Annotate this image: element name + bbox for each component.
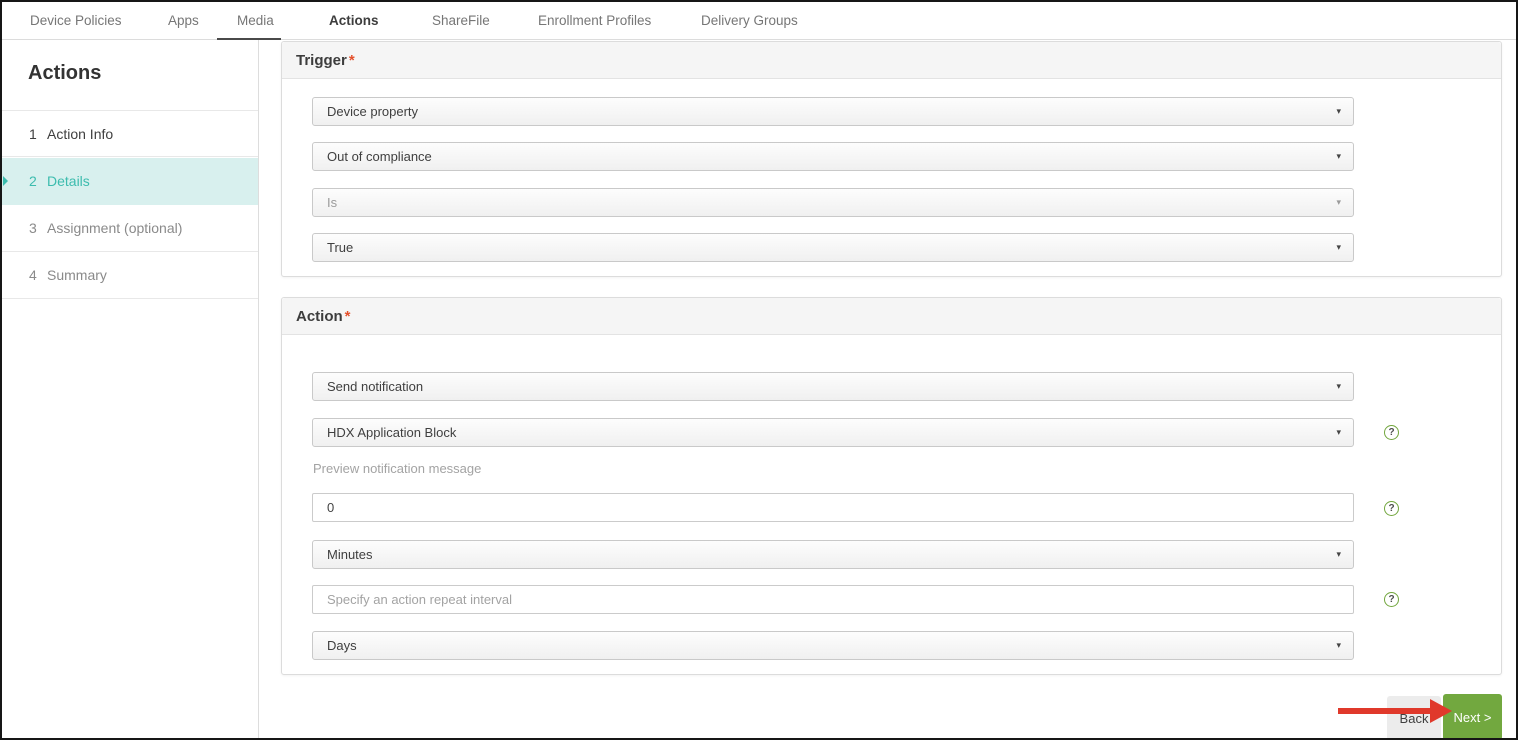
sidebar-divider (258, 40, 259, 738)
notification-template-select[interactable]: HDX Application Block ▾ (312, 418, 1354, 447)
sidebar-step-summary[interactable]: 4 Summary (2, 252, 258, 299)
step-number: 3 (29, 220, 37, 236)
chevron-down-icon: ▾ (1336, 197, 1341, 207)
step-label: Action Info (47, 126, 114, 142)
top-nav: Device Policies Apps Media Actions Share… (2, 2, 1516, 40)
trigger-value-value: True (327, 240, 354, 255)
trigger-condition-value: Is (327, 195, 338, 210)
tab-enrollment-profiles[interactable]: Enrollment Profiles (538, 2, 651, 40)
step-number: 2 (29, 173, 37, 189)
trigger-type-value: Device property (327, 104, 419, 119)
trigger-title: Trigger (296, 51, 347, 69)
chevron-down-icon: ▾ (1336, 427, 1341, 437)
trigger-condition-select: Is ▾ (312, 188, 1354, 217)
delay-value-input[interactable] (312, 493, 1354, 522)
chevron-down-icon: ▾ (1336, 151, 1341, 161)
action-panel-header: Action * (282, 298, 1501, 335)
sidebar-step-assignment[interactable]: 3 Assignment (optional) (2, 205, 258, 252)
delay-unit-select[interactable]: Minutes ▾ (312, 540, 1354, 569)
help-icon[interactable]: ? (1384, 592, 1399, 607)
step-label: Assignment (optional) (47, 220, 183, 236)
tab-device-policies[interactable]: Device Policies (30, 2, 122, 40)
preview-notification-link[interactable]: Preview notification message (313, 461, 481, 476)
tab-actions[interactable]: Actions (329, 2, 379, 40)
repeat-interval-unit-value: Days (327, 638, 357, 653)
trigger-value-select[interactable]: True ▾ (312, 233, 1354, 262)
trigger-property-select[interactable]: Out of compliance ▾ (312, 142, 1354, 171)
step-label: Details (47, 173, 90, 189)
required-marker: * (344, 307, 351, 325)
action-type-select[interactable]: Send notification ▾ (312, 372, 1354, 401)
tab-delivery-groups[interactable]: Delivery Groups (701, 2, 798, 40)
sidebar-step-action-info[interactable]: 1 Action Info (2, 110, 258, 157)
step-number: 4 (29, 267, 37, 283)
repeat-interval-unit-select[interactable]: Days ▾ (312, 631, 1354, 660)
trigger-panel: Trigger * Device property ▾ Out of compli… (281, 41, 1502, 277)
action-panel: Action * Send notification ▾ HDX Applicat… (281, 297, 1502, 675)
trigger-property-value: Out of compliance (327, 149, 432, 164)
action-title: Action (296, 307, 343, 325)
annotation-arrow (1338, 708, 1432, 714)
help-icon[interactable]: ? (1384, 425, 1399, 440)
chevron-down-icon: ▾ (1336, 381, 1341, 391)
tab-media[interactable]: Media (237, 2, 274, 40)
active-step-arrow-icon (3, 176, 8, 186)
sidebar-step-details[interactable]: 2 Details (2, 158, 258, 205)
action-type-value: Send notification (327, 379, 424, 394)
step-label: Summary (47, 267, 107, 283)
trigger-type-select[interactable]: Device property ▾ (312, 97, 1354, 126)
help-icon[interactable]: ? (1384, 501, 1399, 516)
chevron-down-icon: ▾ (1336, 640, 1341, 650)
required-marker: * (348, 51, 355, 69)
media-tab-underline (217, 38, 281, 40)
chevron-down-icon: ▾ (1336, 549, 1341, 559)
app-window: Device Policies Apps Media Actions Share… (0, 0, 1518, 740)
repeat-interval-input[interactable] (312, 585, 1354, 614)
delay-unit-value: Minutes (327, 547, 373, 562)
trigger-panel-header: Trigger * (282, 42, 1501, 79)
annotation-arrow-head-icon (1430, 699, 1452, 723)
notification-template-value: HDX Application Block (327, 425, 457, 440)
page-title: Actions (28, 62, 102, 84)
tab-sharefile[interactable]: ShareFile (432, 2, 490, 40)
step-number: 1 (29, 126, 37, 142)
tab-apps[interactable]: Apps (168, 2, 199, 40)
chevron-down-icon: ▾ (1336, 242, 1341, 252)
chevron-down-icon: ▾ (1336, 106, 1341, 116)
